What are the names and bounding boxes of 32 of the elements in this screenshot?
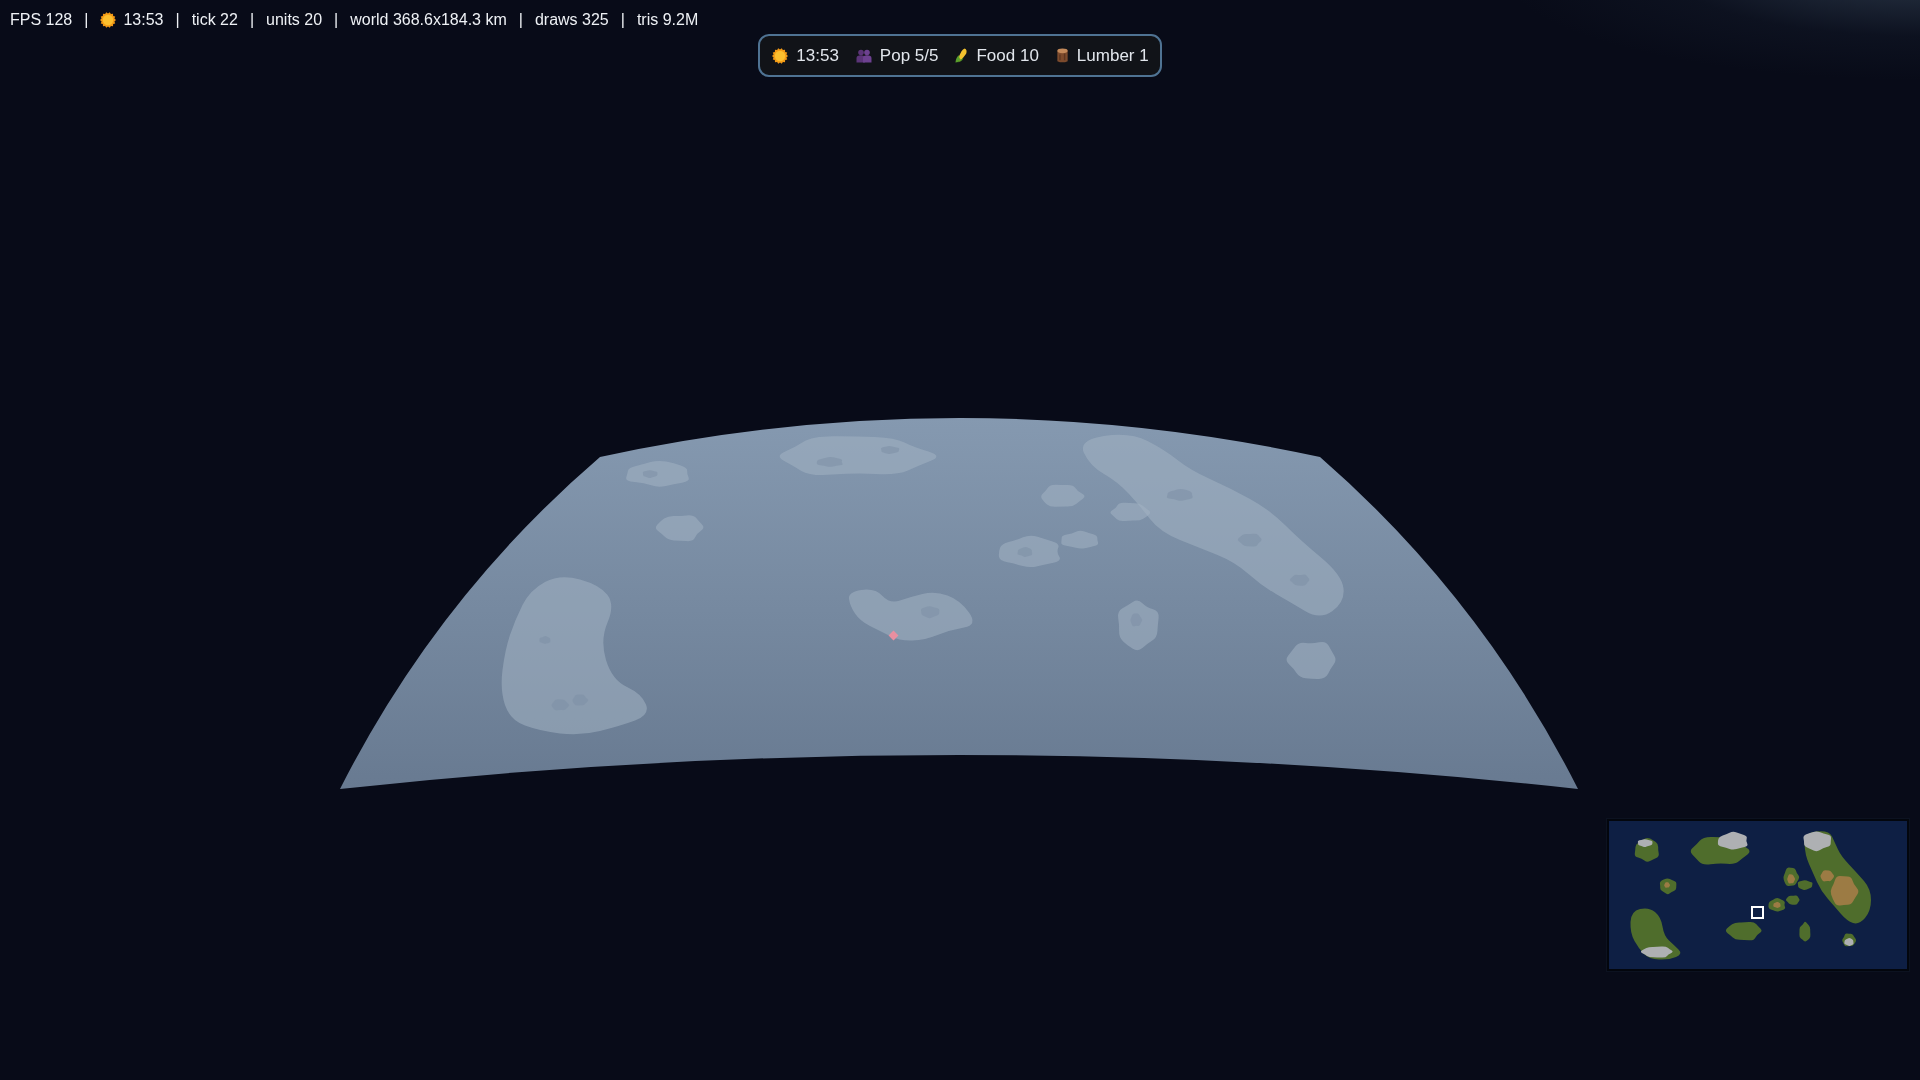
time-label: 13:53 xyxy=(796,45,839,66)
corn-icon xyxy=(955,48,969,63)
people-icon xyxy=(855,47,872,64)
stat-separator: | xyxy=(518,10,523,30)
debug-stat: draws 325 xyxy=(534,10,609,30)
stat-separator: | xyxy=(249,10,255,30)
debug-stat: tris 9.2M xyxy=(636,10,699,30)
debug-stat: FPS 128 xyxy=(10,10,73,30)
stat-separator: | xyxy=(334,10,339,30)
stat-separator: | xyxy=(620,10,625,30)
debug-stat: tick 22 xyxy=(191,10,238,30)
stat-separator: | xyxy=(84,10,89,30)
minimap-island xyxy=(1659,878,1677,895)
unit-marker-icon xyxy=(888,630,899,641)
island xyxy=(1286,641,1336,679)
minimap[interactable] xyxy=(1607,819,1909,971)
population-label: Pop 5/5 xyxy=(879,45,939,66)
debug-stat: units 20 xyxy=(266,10,323,30)
minimap-island xyxy=(1842,933,1857,947)
log-icon xyxy=(1055,48,1069,63)
minimap-island xyxy=(1634,837,1659,862)
clock-text: 13:53 xyxy=(123,10,164,30)
sun-icon xyxy=(772,47,789,64)
debug-stat: world 368.6x184.3 km xyxy=(350,10,507,30)
lumber-label: Lumber 1 xyxy=(1076,45,1149,66)
sun-icon xyxy=(100,12,117,28)
minimap-island xyxy=(1690,831,1750,865)
food-label: Food 10 xyxy=(976,45,1039,66)
minimap-island xyxy=(1725,921,1762,941)
viewport-frame xyxy=(1751,906,1764,919)
stat-separator: | xyxy=(175,10,180,30)
minimap-island xyxy=(1630,908,1681,960)
